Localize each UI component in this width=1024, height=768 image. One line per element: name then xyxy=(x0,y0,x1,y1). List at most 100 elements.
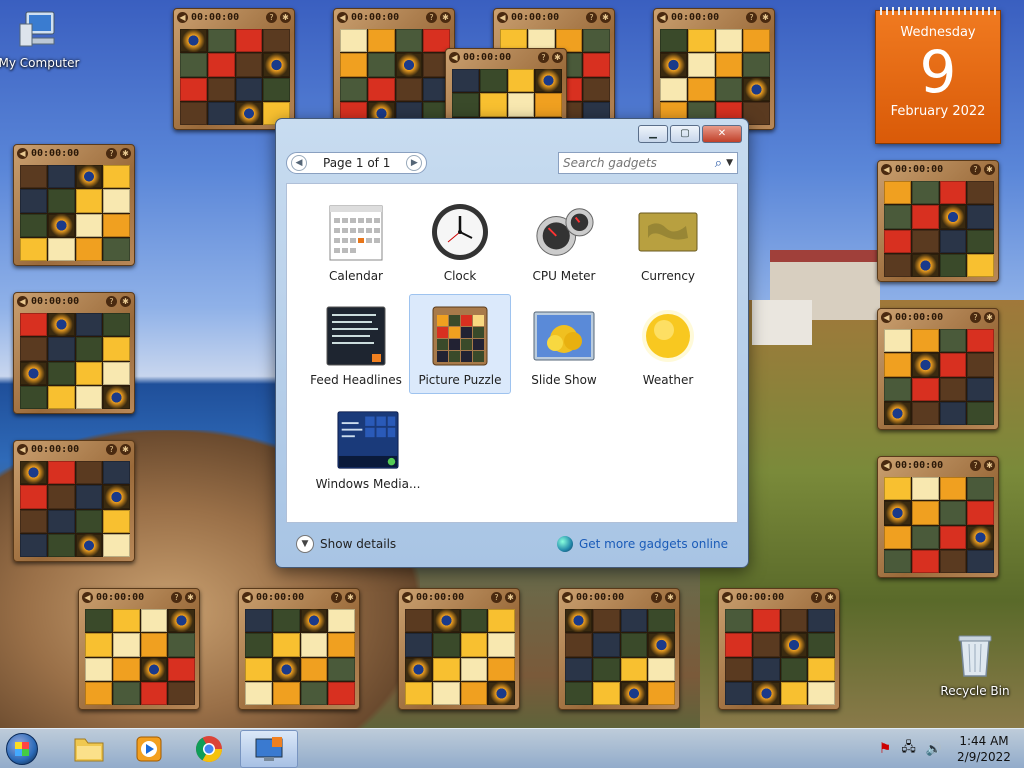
puzzle-restart-icon[interactable]: ◀ xyxy=(449,51,460,63)
puzzle-restart-icon[interactable]: ◀ xyxy=(881,163,892,175)
puzzle-tile[interactable] xyxy=(103,461,130,485)
puzzle-tile[interactable] xyxy=(911,401,939,425)
puzzle-tile[interactable] xyxy=(328,657,355,681)
gadget-calendar[interactable]: Calendar xyxy=(305,190,407,290)
maximize-button[interactable]: ▢ xyxy=(670,125,700,143)
puzzle-restart-icon[interactable]: ◀ xyxy=(722,591,733,603)
puzzle-tile[interactable] xyxy=(967,549,994,573)
puzzle-restart-icon[interactable]: ◀ xyxy=(17,443,28,455)
solve-icon[interactable]: ✱ xyxy=(280,11,291,23)
puzzle-tile[interactable] xyxy=(47,165,75,189)
puzzle-tile[interactable] xyxy=(75,509,103,533)
puzzle-tile[interactable] xyxy=(168,657,195,681)
gadget-slide-show[interactable]: Slide Show xyxy=(513,294,615,394)
picture-puzzle-gadget[interactable]: ◀ 00:00:00? ✱ xyxy=(13,144,135,266)
puzzle-tile[interactable] xyxy=(592,657,620,681)
puzzle-tile[interactable] xyxy=(405,609,432,633)
taskbar-gadgets-button[interactable] xyxy=(240,729,298,768)
puzzle-tile[interactable] xyxy=(207,53,235,77)
puzzle-tile[interactable] xyxy=(300,609,328,633)
puzzle-tile[interactable] xyxy=(85,657,112,681)
puzzle-tile[interactable] xyxy=(648,633,675,657)
puzzle-tile[interactable] xyxy=(340,77,367,101)
puzzle-tile[interactable] xyxy=(75,461,103,485)
puzzle-tile[interactable] xyxy=(752,609,780,633)
puzzle-tile[interactable] xyxy=(328,609,355,633)
solve-icon[interactable]: ✱ xyxy=(440,11,451,23)
puzzle-tile[interactable] xyxy=(103,533,130,557)
puzzle-tile[interactable] xyxy=(967,329,994,353)
puzzle-tile[interactable] xyxy=(884,353,911,377)
puzzle-tile[interactable] xyxy=(911,477,939,501)
volume-icon[interactable]: 🔊 xyxy=(926,742,942,757)
puzzle-tile[interactable] xyxy=(620,609,648,633)
puzzle-tile[interactable] xyxy=(20,533,47,557)
puzzle-tile[interactable] xyxy=(620,633,648,657)
puzzle-tile[interactable] xyxy=(808,609,835,633)
puzzle-tile[interactable] xyxy=(743,29,770,53)
search-box[interactable]: ⌕ ▼ xyxy=(558,152,738,174)
puzzle-tile[interactable] xyxy=(20,337,47,361)
desktop-icon-recycle-bin[interactable]: Recycle Bin xyxy=(930,632,1020,698)
puzzle-tile[interactable] xyxy=(180,53,207,77)
puzzle-tile[interactable] xyxy=(535,69,562,93)
puzzle-tile[interactable] xyxy=(103,313,130,337)
picture-puzzle-gadget[interactable]: ◀ 00:00:00? ✱ xyxy=(238,588,360,710)
chevron-down-icon[interactable]: ▼ xyxy=(726,158,733,168)
puzzle-tile[interactable] xyxy=(967,181,994,205)
puzzle-tile[interactable] xyxy=(47,533,75,557)
puzzle-tile[interactable] xyxy=(75,189,103,213)
puzzle-tile[interactable] xyxy=(911,205,939,229)
help-icon[interactable]: ? xyxy=(651,591,662,603)
gadget-cpu-meter[interactable]: CPU Meter xyxy=(513,190,615,290)
picture-puzzle-gadget[interactable]: ◀ 00:00:00? ✱ xyxy=(718,588,840,710)
picture-puzzle-gadget[interactable]: ◀ 00:00:00? ✱ xyxy=(13,440,135,562)
puzzle-tile[interactable] xyxy=(939,329,967,353)
solve-icon[interactable]: ✱ xyxy=(185,591,196,603)
picture-puzzle-gadget[interactable]: ◀ 00:00:00? ✱ xyxy=(877,456,999,578)
prev-page-icon[interactable]: ◀ xyxy=(291,155,307,171)
puzzle-tile[interactable] xyxy=(85,681,112,705)
puzzle-tile[interactable] xyxy=(911,353,939,377)
puzzle-tile[interactable] xyxy=(47,461,75,485)
puzzle-tile[interactable] xyxy=(207,29,235,53)
puzzle-tile[interactable] xyxy=(911,181,939,205)
puzzle-tile[interactable] xyxy=(780,609,808,633)
puzzle-tile[interactable] xyxy=(967,377,994,401)
solve-icon[interactable]: ✱ xyxy=(760,11,771,23)
puzzle-tile[interactable] xyxy=(340,53,367,77)
puzzle-tile[interactable] xyxy=(725,657,752,681)
help-icon[interactable]: ? xyxy=(106,147,117,159)
puzzle-tile[interactable] xyxy=(47,485,75,509)
puzzle-tile[interactable] xyxy=(272,657,300,681)
solve-icon[interactable]: ✱ xyxy=(120,147,131,159)
puzzle-tile[interactable] xyxy=(180,77,207,101)
puzzle-tile[interactable] xyxy=(103,385,130,409)
puzzle-tile[interactable] xyxy=(328,681,355,705)
puzzle-tile[interactable] xyxy=(20,361,47,385)
puzzle-tile[interactable] xyxy=(235,53,263,77)
puzzle-tile[interactable] xyxy=(460,633,488,657)
puzzle-tile[interactable] xyxy=(75,237,103,261)
puzzle-tile[interactable] xyxy=(808,657,835,681)
puzzle-tile[interactable] xyxy=(263,77,290,101)
puzzle-restart-icon[interactable]: ◀ xyxy=(17,147,28,159)
puzzle-tile[interactable] xyxy=(75,313,103,337)
help-icon[interactable]: ? xyxy=(171,591,182,603)
puzzle-tile[interactable] xyxy=(460,609,488,633)
gadget-picture-puzzle[interactable]: Picture Puzzle xyxy=(409,294,511,394)
puzzle-tile[interactable] xyxy=(20,509,47,533)
puzzle-tile[interactable] xyxy=(884,549,911,573)
puzzle-tile[interactable] xyxy=(432,609,460,633)
gadget-currency[interactable]: Currency xyxy=(617,190,719,290)
puzzle-tile[interactable] xyxy=(405,681,432,705)
puzzle-tile[interactable] xyxy=(752,681,780,705)
puzzle-restart-icon[interactable]: ◀ xyxy=(881,311,892,323)
puzzle-tile[interactable] xyxy=(884,329,911,353)
puzzle-tile[interactable] xyxy=(687,53,715,77)
solve-icon[interactable]: ✱ xyxy=(345,591,356,603)
puzzle-tile[interactable] xyxy=(103,361,130,385)
puzzle-tile[interactable] xyxy=(620,681,648,705)
puzzle-tile[interactable] xyxy=(85,633,112,657)
puzzle-tile[interactable] xyxy=(395,53,423,77)
